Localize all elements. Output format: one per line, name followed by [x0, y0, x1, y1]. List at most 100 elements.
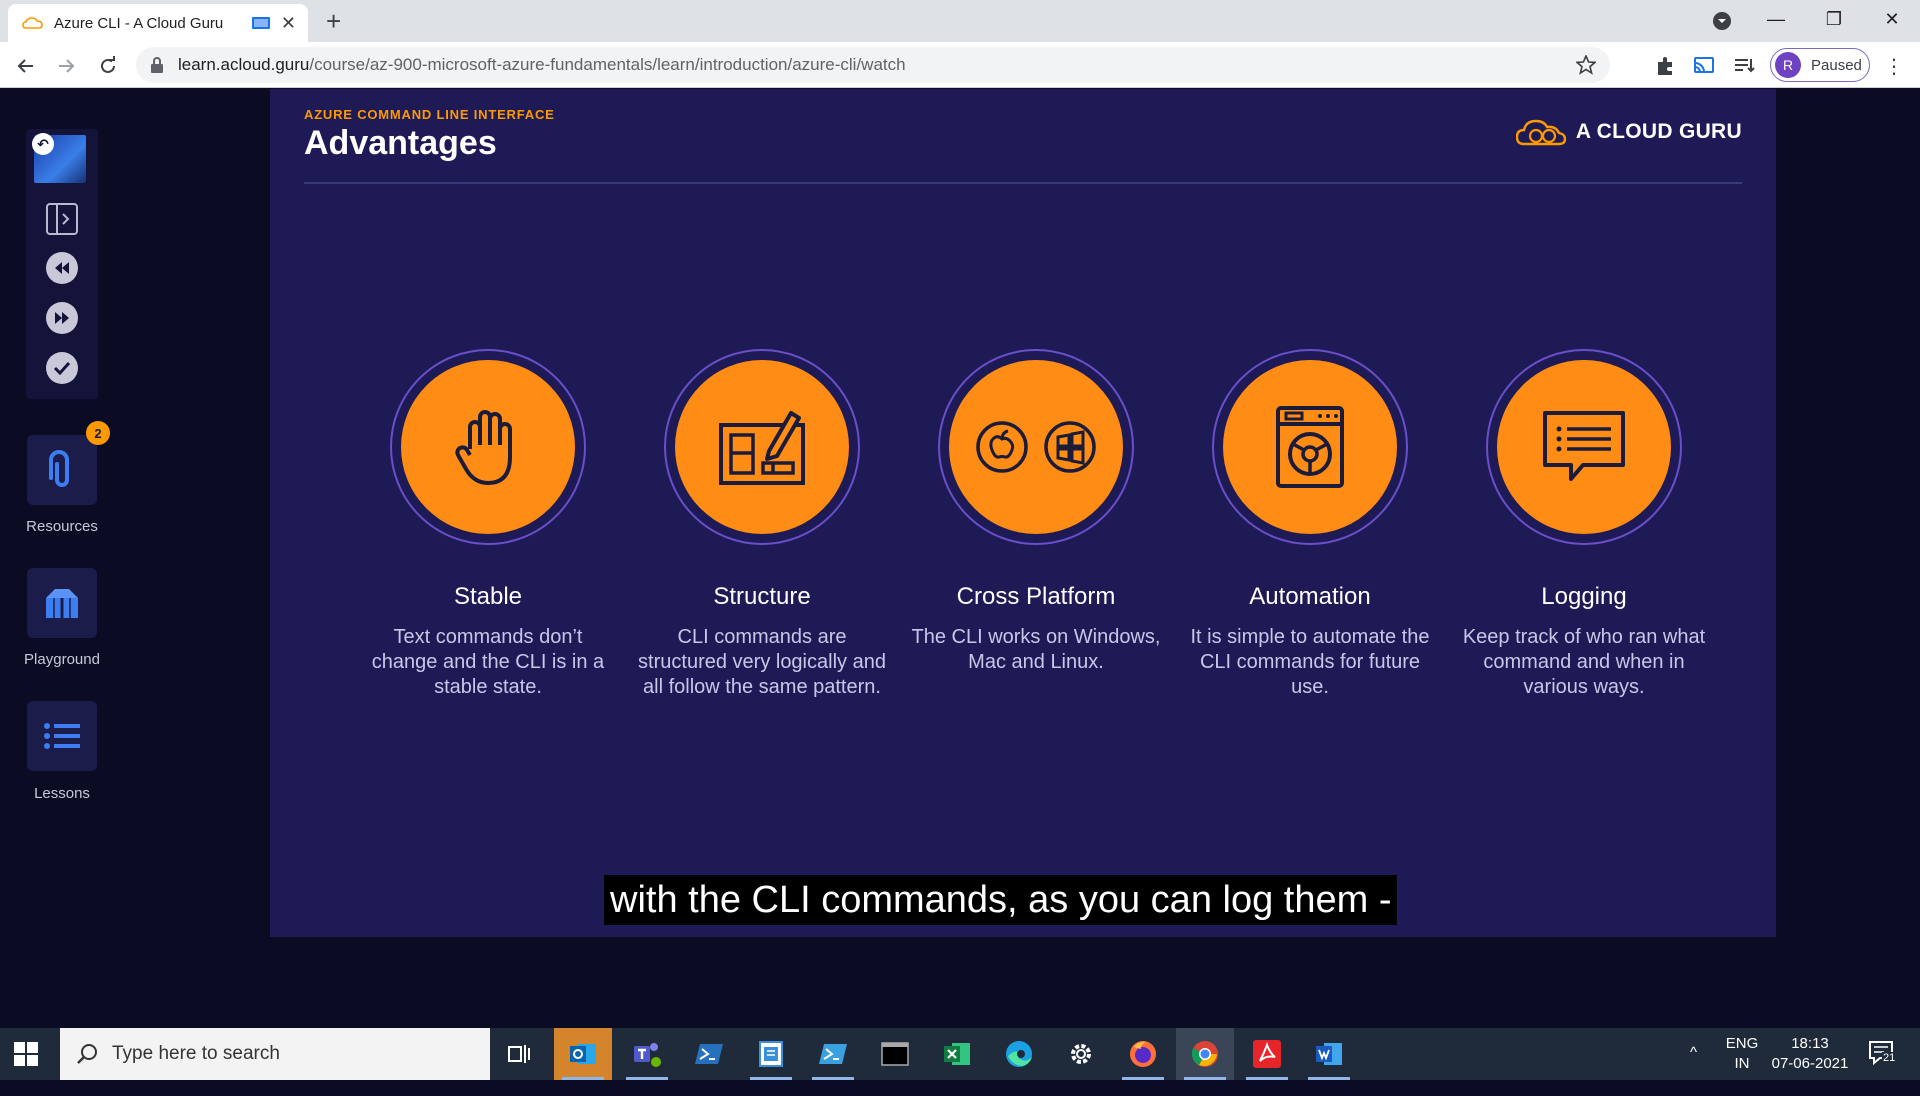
notepad-app[interactable] [742, 1028, 800, 1080]
cast-icon[interactable] [1692, 54, 1716, 78]
feature-ring [1486, 349, 1682, 545]
url-text: learn.acloud.guru/course/az-900-microsof… [178, 55, 906, 75]
feature-description: The CLI works on Windows, Mac and Linux. [911, 626, 1161, 673]
notepad-icon [759, 1041, 783, 1067]
acrobat-app[interactable] [1238, 1028, 1296, 1080]
powershell-app[interactable] [680, 1028, 738, 1080]
close-window-button[interactable]: ✕ [1864, 4, 1920, 34]
new-tab-button[interactable]: + [326, 6, 341, 36]
slide-eyebrow: AZURE COMMAND LINE INTERFACE [304, 107, 555, 122]
feature-ring [664, 349, 860, 545]
forward-arrow-icon [59, 59, 75, 73]
settings-app[interactable] [1052, 1028, 1110, 1080]
playground-label[interactable]: Playground [0, 651, 124, 668]
feature-ring [938, 349, 1134, 545]
excel-app[interactable] [928, 1028, 986, 1080]
tab-title: Azure CLI - A Cloud Guru [54, 14, 224, 32]
search-icon [77, 1044, 97, 1064]
tab-search-icon[interactable] [1711, 10, 1733, 32]
forward-button[interactable] [52, 52, 80, 80]
browser-tabstrip: Azure CLI - A Cloud Guru ✕ + — ❐ ✕ [0, 0, 1920, 42]
rewind-button[interactable] [44, 250, 80, 286]
toggle-panel-button[interactable] [44, 201, 80, 237]
back-icon[interactable]: ↶ [32, 133, 54, 155]
browser-tab[interactable]: Azure CLI - A Cloud Guru ✕ [8, 4, 308, 42]
feature-title: Automation [1249, 583, 1371, 610]
powershell-icon [695, 1044, 723, 1064]
chrome-icon [1191, 1041, 1218, 1067]
profile-button[interactable]: R Paused [1770, 48, 1870, 82]
back-arrow-icon [17, 59, 33, 73]
clock-time: 18:13 [1791, 1035, 1829, 1052]
feature-disc [401, 360, 575, 534]
bookmark-star-icon[interactable] [1576, 55, 1596, 75]
resources-label[interactable]: Resources [0, 518, 124, 535]
extensions-puzzle-icon[interactable] [1654, 54, 1678, 78]
cloud-logo-icon [1515, 119, 1566, 146]
feature-disc [949, 360, 1123, 534]
edge-app[interactable] [990, 1028, 1048, 1080]
language-indicator[interactable]: ENG IN [1722, 1034, 1762, 1086]
tray-overflow-icon[interactable]: ^ [1690, 1044, 1697, 1096]
lessons-button[interactable] [27, 701, 97, 771]
apple-windows-icon [976, 421, 1096, 473]
firefox-icon [1130, 1041, 1156, 1067]
sidebar-toggle-icon [46, 203, 78, 235]
hand-icon [455, 410, 512, 485]
feature-description: CLI commands are structured very logical… [638, 626, 886, 698]
address-bar[interactable]: learn.acloud.guru/course/az-900-microsof… [136, 47, 1610, 83]
playground-button[interactable] [27, 568, 97, 638]
task-view-icon [508, 1045, 530, 1063]
taskbar-search-input[interactable]: Type here to search [60, 1028, 490, 1080]
blueprint-pencil-icon [719, 411, 805, 485]
restore-button[interactable]: ❐ [1806, 4, 1862, 34]
azure-powershell-app[interactable] [804, 1028, 862, 1080]
reload-button[interactable] [94, 52, 122, 80]
video-player[interactable]: AZURE COMMAND LINE INTERFACE Advantages … [270, 89, 1776, 937]
mark-complete-button[interactable] [44, 350, 80, 386]
word-app[interactable] [1300, 1028, 1358, 1080]
notification-count: 21 [1882, 1052, 1897, 1064]
gear-icon [1071, 1044, 1091, 1064]
brand-name: A CLOUD GURU [1575, 120, 1742, 143]
tab-media-icon[interactable] [251, 16, 271, 30]
resources-count-badge: 2 [86, 421, 110, 445]
resources-button[interactable] [27, 435, 97, 505]
clock[interactable]: 18:13 07-06-2021 [1766, 1034, 1854, 1086]
region-code: IN [1734, 1055, 1750, 1072]
heading-divider [304, 182, 1742, 184]
fast-forward-button[interactable] [44, 300, 80, 336]
lessons-label[interactable]: Lessons [0, 785, 124, 802]
feature-title: Logging [1541, 583, 1627, 610]
minimize-button[interactable]: — [1748, 4, 1804, 34]
feature-title: Cross Platform [956, 583, 1116, 610]
checkmark-icon [46, 352, 78, 384]
back-button[interactable] [12, 52, 40, 80]
windows-taskbar: Type here to search ^ ENG IN 18:13 07-06… [0, 1028, 1920, 1080]
reading-list-icon[interactable] [1732, 54, 1756, 78]
language-code: ENG [1725, 1035, 1759, 1052]
task-view-button[interactable] [490, 1028, 548, 1080]
browser-menu-icon[interactable]: ⋮ [1884, 54, 1904, 79]
firefox-app[interactable] [1114, 1028, 1172, 1080]
reload-icon [101, 56, 115, 73]
feature-description: Text commands don’t change and the CLI i… [371, 626, 605, 698]
course-page: ↶ 2 Resources Playground Lessons AZURE C… [0, 89, 1920, 1029]
lock-icon [151, 57, 163, 73]
acrobat-icon [1253, 1040, 1281, 1068]
outlook-icon [570, 1044, 596, 1064]
profile-status: Paused [1811, 56, 1862, 74]
command-prompt-app[interactable] [866, 1028, 924, 1080]
feature-title: Stable [453, 583, 523, 610]
tab-close-icon[interactable]: ✕ [281, 13, 296, 34]
lesson-thumbnail[interactable]: ↶ [32, 133, 86, 183]
chrome-app[interactable] [1176, 1028, 1234, 1080]
action-center-button[interactable]: 21 [1868, 1040, 1898, 1092]
teams-app[interactable] [618, 1028, 676, 1080]
windows-start-icon[interactable] [14, 1042, 38, 1066]
profile-avatar: R [1775, 52, 1801, 78]
chat-log-icon [1543, 411, 1625, 481]
excel-icon [944, 1043, 970, 1065]
outlook-app[interactable] [554, 1028, 612, 1080]
cmd-icon [881, 1042, 909, 1066]
